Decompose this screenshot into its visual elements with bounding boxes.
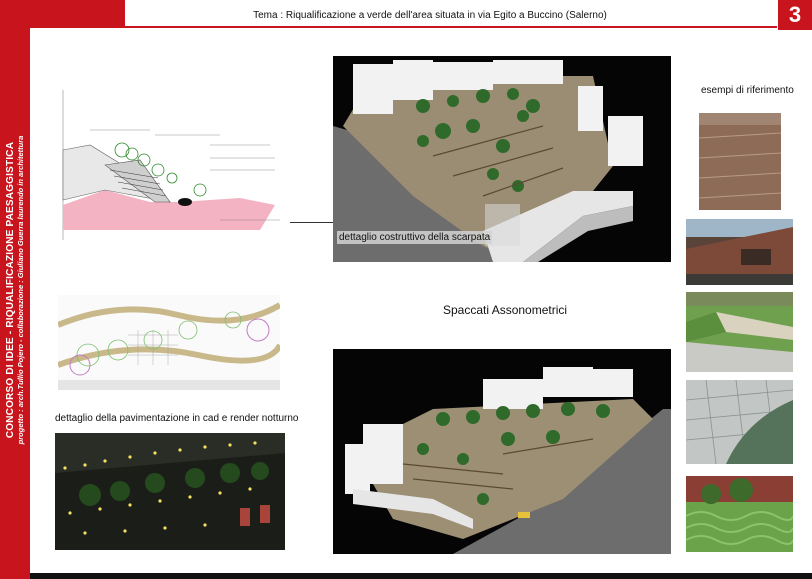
paving-cad-plan [56, 295, 283, 390]
reference-photo-2 [686, 219, 793, 285]
side-banner-text: CONCORSO DI IDEE - RIQUALIFICAZIONE PAES… [5, 10, 25, 570]
caption-esempi: esempi di riferimento [701, 85, 794, 96]
competition-title: CONCORSO DI IDEE - RIQUALIFICAZIONE PAES… [4, 141, 16, 439]
scarpata-section-drawing [60, 90, 290, 240]
caption-pavimentazione: dettaglio della pavimentazione in cad e … [55, 413, 299, 424]
page-number: 3 [778, 0, 812, 30]
side-banner: CONCORSO DI IDEE - RIQUALIFICAZIONE PAES… [0, 0, 30, 579]
axonometric-render-bottom [333, 349, 671, 554]
night-render [55, 433, 285, 550]
reference-photo-3 [686, 292, 793, 372]
footer-rule [30, 573, 812, 579]
caption-scarpata: dettaglio costruttivo della scarpata [337, 231, 493, 244]
reference-photo-4 [686, 380, 793, 464]
project-credits: progetto : arch.Tullio Pojero - collabor… [15, 135, 25, 445]
page-title: Tema : Riqualificazione a verde dell'are… [253, 10, 607, 21]
reference-photo-1 [699, 113, 781, 210]
header-red-block [30, 0, 125, 28]
reference-photo-5 [686, 476, 793, 552]
section-title-spaccati: Spaccati Assonometrici [443, 303, 568, 317]
